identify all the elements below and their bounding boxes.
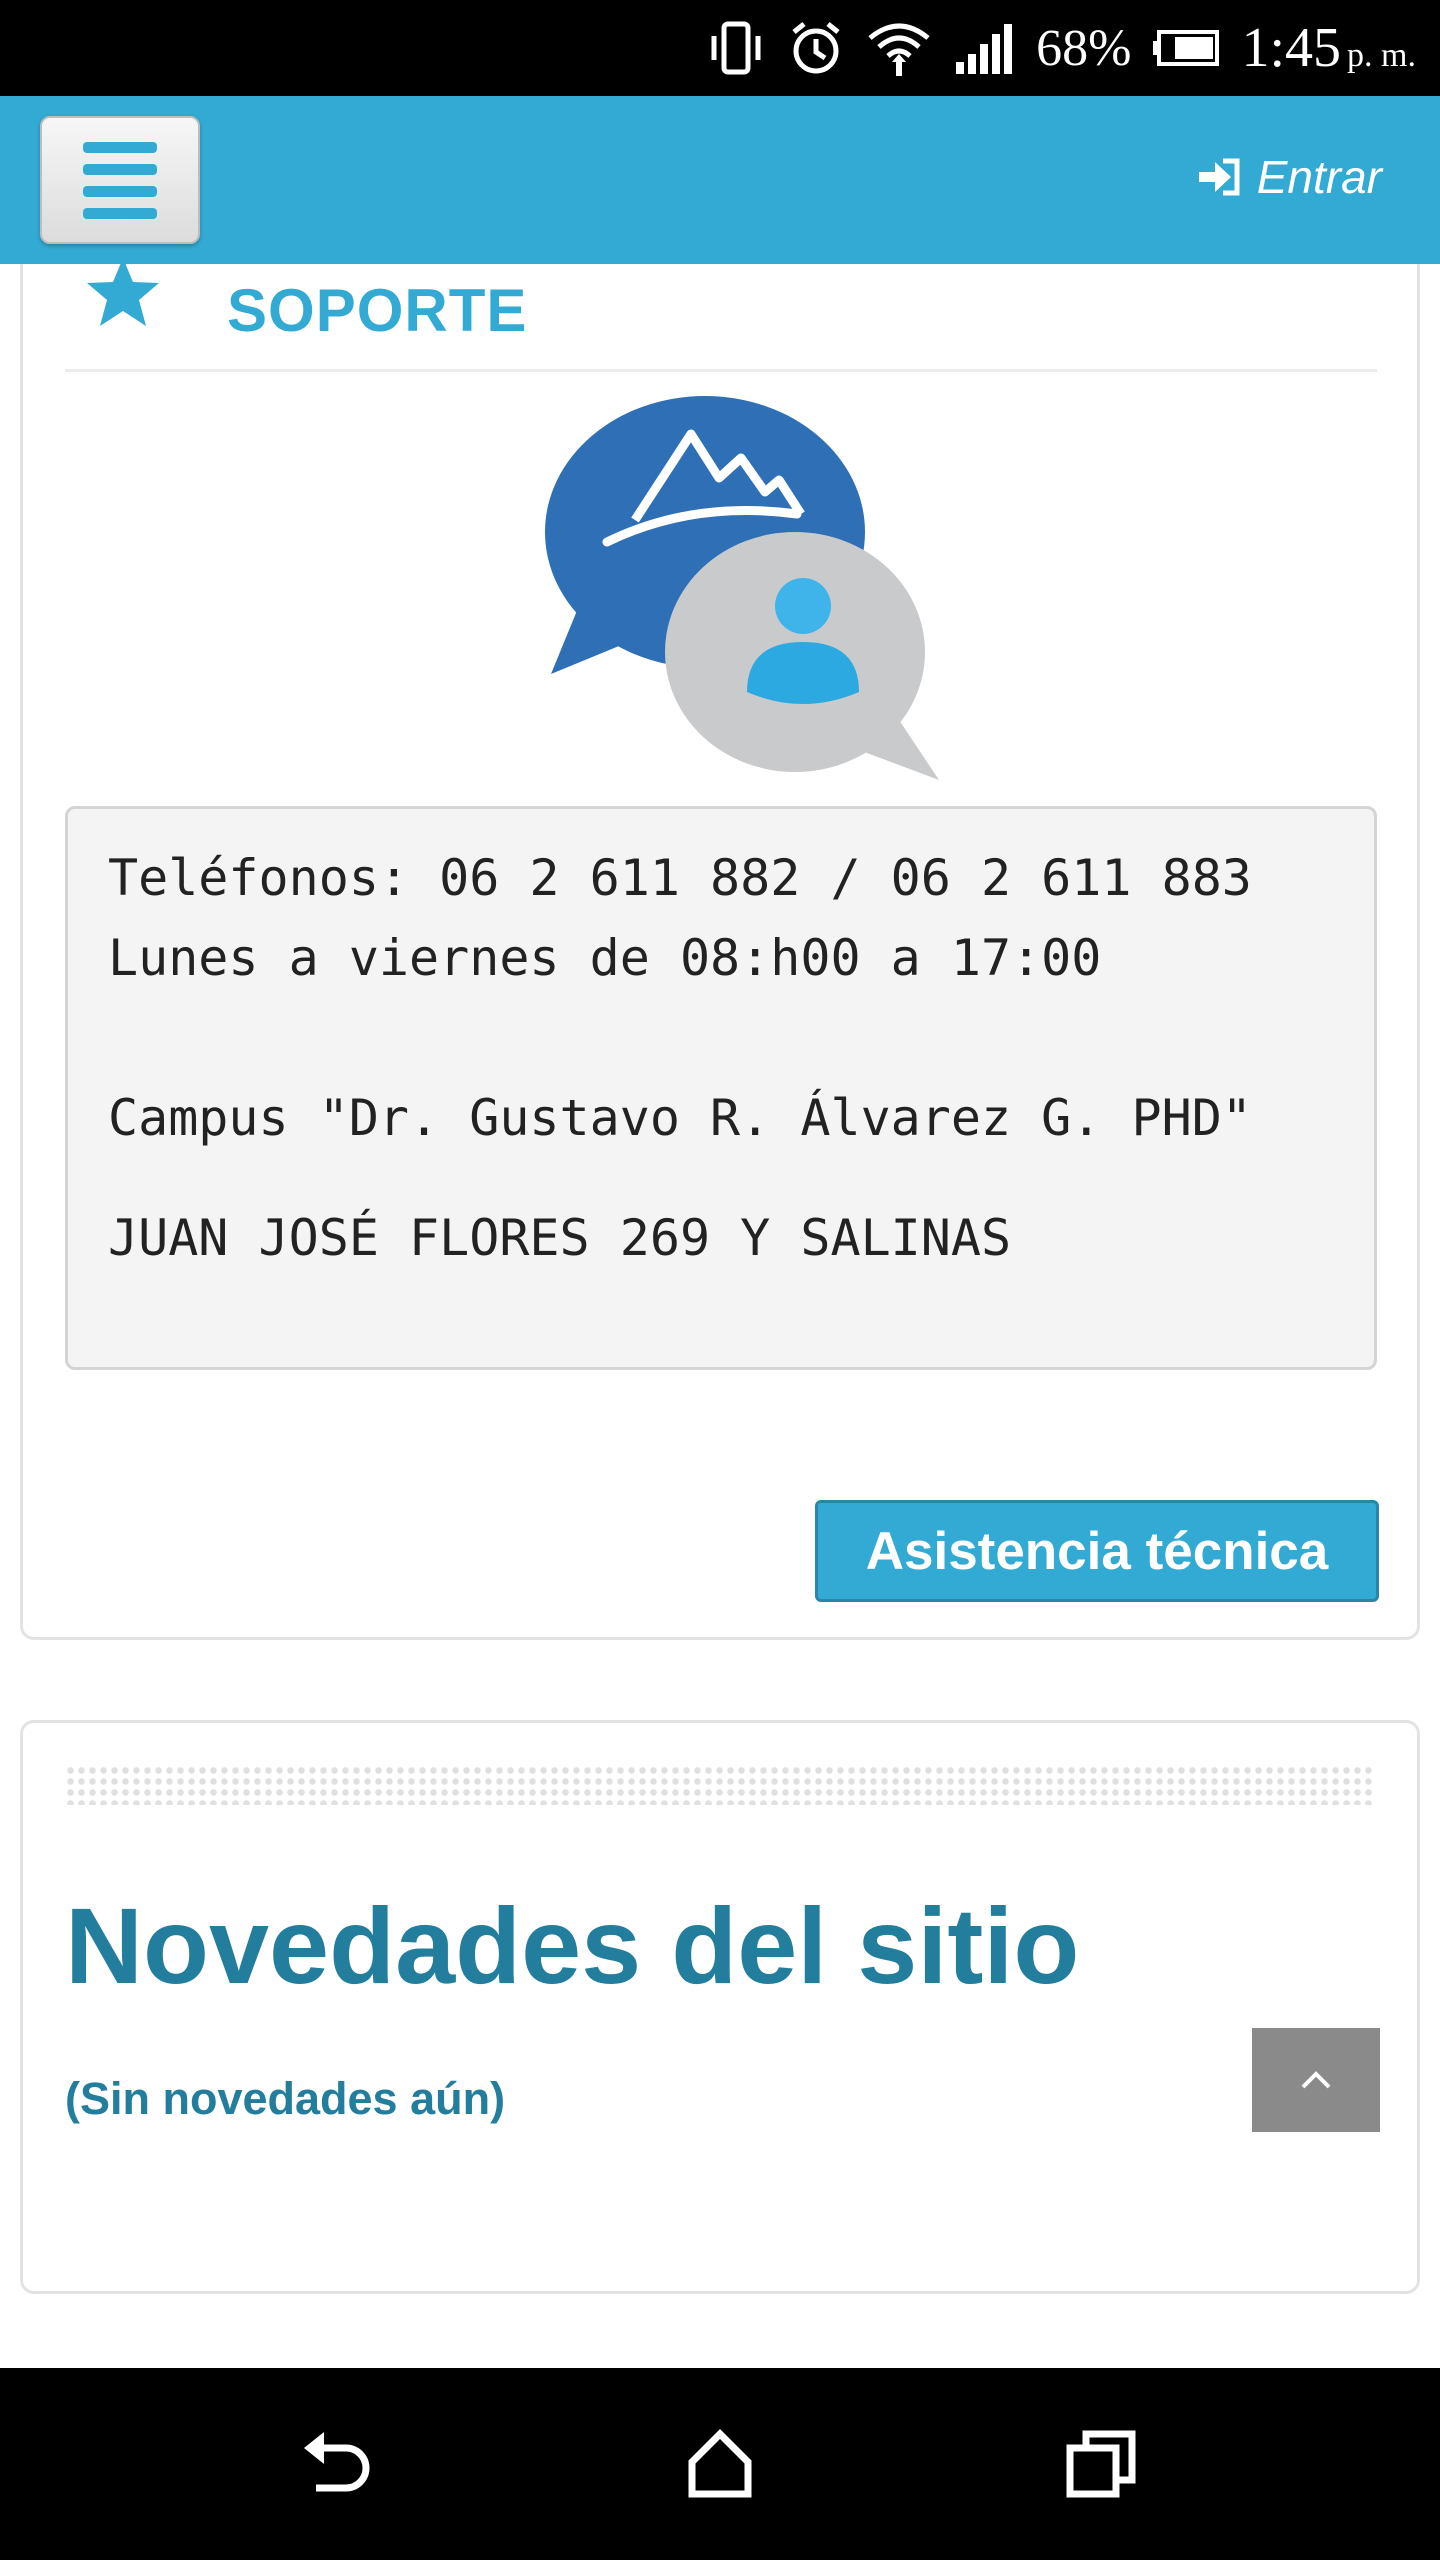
login-label: Entrar [1256, 151, 1382, 203]
battery-percent: 68% [1036, 19, 1132, 77]
dotted-divider [65, 1765, 1375, 1805]
home-icon[interactable] [680, 2424, 760, 2504]
recents-icon[interactable] [1062, 2424, 1142, 2504]
status-bar: 68% 1:45 p. m. [0, 0, 1440, 96]
vibrate-icon [711, 21, 761, 75]
support-card: SOPORTE Teléfonos: 06 2 611 882 / 06 2 6… [20, 200, 1420, 1640]
star-icon [87, 258, 159, 326]
clock-time: 1:45 [1241, 17, 1342, 79]
login-link[interactable]: Entrar [1197, 150, 1382, 204]
address-text: JUAN JOSÉ FLORES 269 Y SALINAS [108, 1209, 1012, 1267]
news-title: Novedades del sitio [65, 1885, 1080, 2006]
hamburger-icon [83, 141, 157, 153]
technical-assistance-button[interactable]: Asistencia técnica [815, 1500, 1379, 1602]
clock-ampm: p. m. [1347, 37, 1416, 74]
chevron-up-icon [1301, 2071, 1331, 2089]
battery-icon [1153, 30, 1220, 66]
navigation-bar [0, 2368, 1440, 2560]
sign-in-icon [1198, 158, 1240, 196]
back-icon[interactable] [298, 2424, 378, 2504]
signal-icon [956, 24, 1013, 74]
alarm-icon [792, 22, 840, 74]
back-to-top-button[interactable] [1252, 2028, 1380, 2132]
menu-button[interactable] [40, 116, 200, 244]
support-header: SOPORTE [65, 256, 1377, 372]
hours-text: Lunes a viernes de 08:h00 a 17:00 [108, 929, 1102, 987]
contact-info-box: Teléfonos: 06 2 611 882 / 06 2 611 883 L… [65, 806, 1377, 1370]
top-bar: Entrar [0, 96, 1440, 264]
campus-text: Campus "Dr. Gustavo R. Álvarez G. PHD" [108, 1089, 1252, 1147]
news-card: Novedades del sitio (Sin novedades aún) [20, 1720, 1420, 2294]
support-title: SOPORTE [227, 277, 528, 344]
chat-support-logo [545, 396, 939, 780]
wifi-icon [868, 23, 930, 76]
news-empty-text: (Sin novedades aún) [65, 2073, 506, 2124]
phones-text: Teléfonos: 06 2 611 882 / 06 2 611 883 [108, 849, 1252, 907]
